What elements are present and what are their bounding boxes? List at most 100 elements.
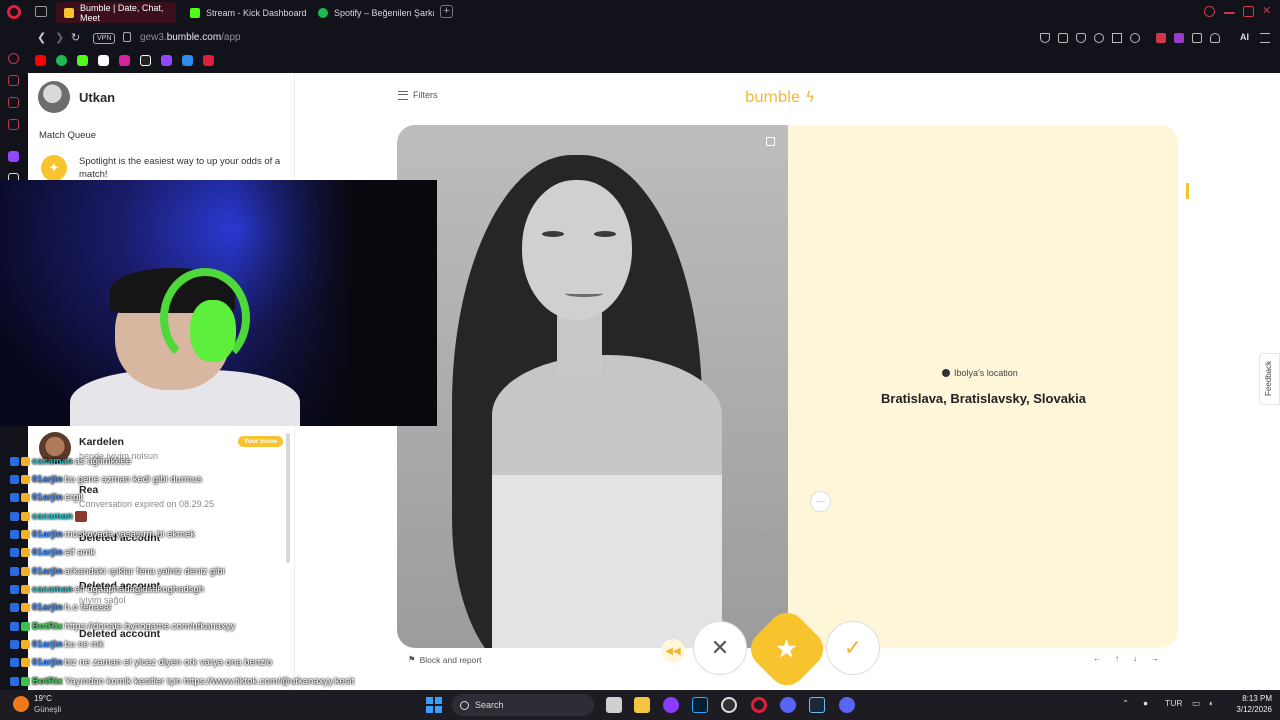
- forward-icon[interactable]: ❯: [55, 31, 64, 44]
- spotlight-icon[interactable]: ✦: [41, 155, 67, 181]
- gmail-icon[interactable]: [8, 119, 19, 130]
- conversation-name[interactable]: Kardelen: [79, 436, 124, 448]
- twitch-sidebar-icon[interactable]: [8, 151, 19, 162]
- weather-description[interactable]: Güneşli: [34, 705, 61, 714]
- chat-user: 01arjin: [32, 546, 63, 558]
- card-scroll-indicator[interactable]: [1186, 183, 1189, 199]
- profile-photo[interactable]: [397, 125, 788, 648]
- chrome-icon[interactable]: [721, 697, 737, 713]
- search-icon: [460, 700, 469, 710]
- tab-bumble[interactable]: Bumble | Date, Chat, Meet: [56, 2, 176, 23]
- rewind-button[interactable]: ◀◀: [661, 639, 685, 663]
- lock-icon[interactable]: [123, 32, 131, 42]
- profile-icon[interactable]: [1210, 33, 1220, 43]
- avatar[interactable]: [38, 81, 70, 113]
- opera-gx-icon[interactable]: [663, 697, 679, 713]
- location-pin-icon: [942, 369, 950, 377]
- opera-logo-icon[interactable]: [7, 5, 21, 19]
- bookmark-icon[interactable]: [1040, 33, 1050, 43]
- photoshop-icon[interactable]: [692, 697, 708, 713]
- shield-icon[interactable]: [1076, 33, 1086, 43]
- pass-button[interactable]: ✕: [693, 621, 747, 675]
- bumble-logo[interactable]: bumble ϟ: [745, 86, 815, 107]
- like-button[interactable]: ✓: [826, 621, 880, 675]
- heart-icon[interactable]: [1130, 33, 1140, 43]
- search-tabs-icon[interactable]: [1204, 6, 1215, 17]
- chat-badge-icon: [21, 657, 30, 667]
- tab-spotify[interactable]: Spotify – Beğenilen Şarkıla: [310, 2, 434, 23]
- adblock-icon[interactable]: [1156, 33, 1166, 43]
- reload-icon[interactable]: ↻: [71, 31, 80, 44]
- block-report-link[interactable]: ⚑ Block and report: [408, 654, 482, 665]
- file-explorer-icon[interactable]: [634, 697, 650, 713]
- chat-badge-icon: [21, 639, 30, 649]
- discord-icon[interactable]: [182, 55, 193, 66]
- minimize-button[interactable]: [1224, 12, 1235, 14]
- discord-alt-icon[interactable]: [839, 697, 855, 713]
- url-field[interactable]: gew3.bumble.com/app: [140, 32, 241, 43]
- menu-icon[interactable]: [1260, 33, 1270, 43]
- snapshot-icon[interactable]: [1058, 33, 1068, 43]
- tab-kick[interactable]: Stream - Kick Dashboard: [182, 2, 315, 23]
- spotlight-text[interactable]: Spotlight is the easiest way to up your …: [79, 155, 284, 181]
- keyboard-hints: ← ↑ ↓ →: [1093, 654, 1159, 663]
- chat-text: elf dgaaphadagjdsakoghadsgh: [74, 583, 205, 595]
- microphone-icon[interactable]: ●: [1143, 698, 1148, 708]
- chat-badge-icon: [10, 456, 19, 466]
- twitch-icon[interactable]: [161, 55, 172, 66]
- chat-badge-icon: [10, 621, 19, 631]
- extensions-icon[interactable]: [1192, 33, 1202, 43]
- task-view-icon[interactable]: [606, 697, 622, 713]
- back-icon[interactable]: ❮: [37, 31, 46, 44]
- close-button[interactable]: ✕: [1262, 6, 1273, 17]
- network-icon[interactable]: ▭: [1192, 698, 1200, 709]
- tab-label: Spotify – Beğenilen Şarkıla: [334, 7, 434, 18]
- translate-icon[interactable]: [1094, 33, 1104, 43]
- tray-chevron-icon[interactable]: ⌃: [1122, 698, 1129, 709]
- system-clock[interactable]: 8:13 PM 3/12/2026: [1232, 693, 1272, 715]
- headset-earcup: [190, 300, 236, 362]
- volume-icon[interactable]: ◖: [1208, 698, 1213, 708]
- profile-name[interactable]: Utkan: [79, 90, 115, 105]
- photo-shoulders: [492, 355, 722, 475]
- tiktok-icon[interactable]: [140, 55, 151, 66]
- messenger-icon[interactable]: [8, 97, 19, 108]
- photo-face: [522, 180, 632, 320]
- opera-icon[interactable]: [751, 697, 767, 713]
- steam-icon[interactable]: [809, 697, 825, 713]
- windows-taskbar: 19°C Güneşli Search ⌃ ● TUR ▭ ◖ 8:13 PM …: [0, 690, 1280, 720]
- feedback-tab[interactable]: Feedback: [1259, 353, 1280, 405]
- match-queue-title: Match Queue: [39, 130, 97, 141]
- spotify-icon[interactable]: [56, 55, 67, 66]
- extension-icon[interactable]: [1174, 33, 1184, 43]
- aria-ai-button[interactable]: AI: [1240, 32, 1249, 42]
- aria-icon[interactable]: [8, 53, 19, 64]
- discord-icon[interactable]: [780, 697, 796, 713]
- x-icon[interactable]: [98, 55, 109, 66]
- right-arrow-icon: →: [1151, 654, 1159, 663]
- weather-temperature[interactable]: 19°C: [34, 694, 52, 703]
- taskbar-search[interactable]: Search: [452, 694, 594, 716]
- youtube-icon[interactable]: [35, 55, 46, 66]
- new-tab-button[interactable]: +: [440, 5, 453, 18]
- tab-label: Stream - Kick Dashboard: [206, 7, 307, 18]
- vpn-badge[interactable]: VPN: [93, 33, 116, 44]
- maximize-button[interactable]: [1243, 6, 1254, 17]
- expand-icon[interactable]: [766, 137, 775, 146]
- play-icon[interactable]: [1112, 33, 1122, 43]
- start-button[interactable]: [426, 697, 442, 713]
- chat-user: 01arjin: [32, 491, 63, 503]
- filters-button[interactable]: Filters: [398, 90, 438, 100]
- language-indicator[interactable]: TUR: [1165, 698, 1182, 708]
- chat-badge-icon: [10, 547, 19, 557]
- crypto-wallet-icon[interactable]: [8, 75, 19, 86]
- workspaces-icon[interactable]: [35, 6, 47, 17]
- search-label: Search: [475, 700, 504, 710]
- weather-icon[interactable]: [13, 696, 29, 712]
- kick-icon[interactable]: [77, 55, 88, 66]
- red-app-icon[interactable]: [203, 55, 214, 66]
- instagram-icon[interactable]: [119, 55, 130, 66]
- chat-message: cacaman elf dgaaphadagjdsakoghadsgh: [10, 582, 204, 596]
- more-button[interactable]: —: [810, 491, 831, 512]
- chat-badge-icon: [10, 529, 19, 539]
